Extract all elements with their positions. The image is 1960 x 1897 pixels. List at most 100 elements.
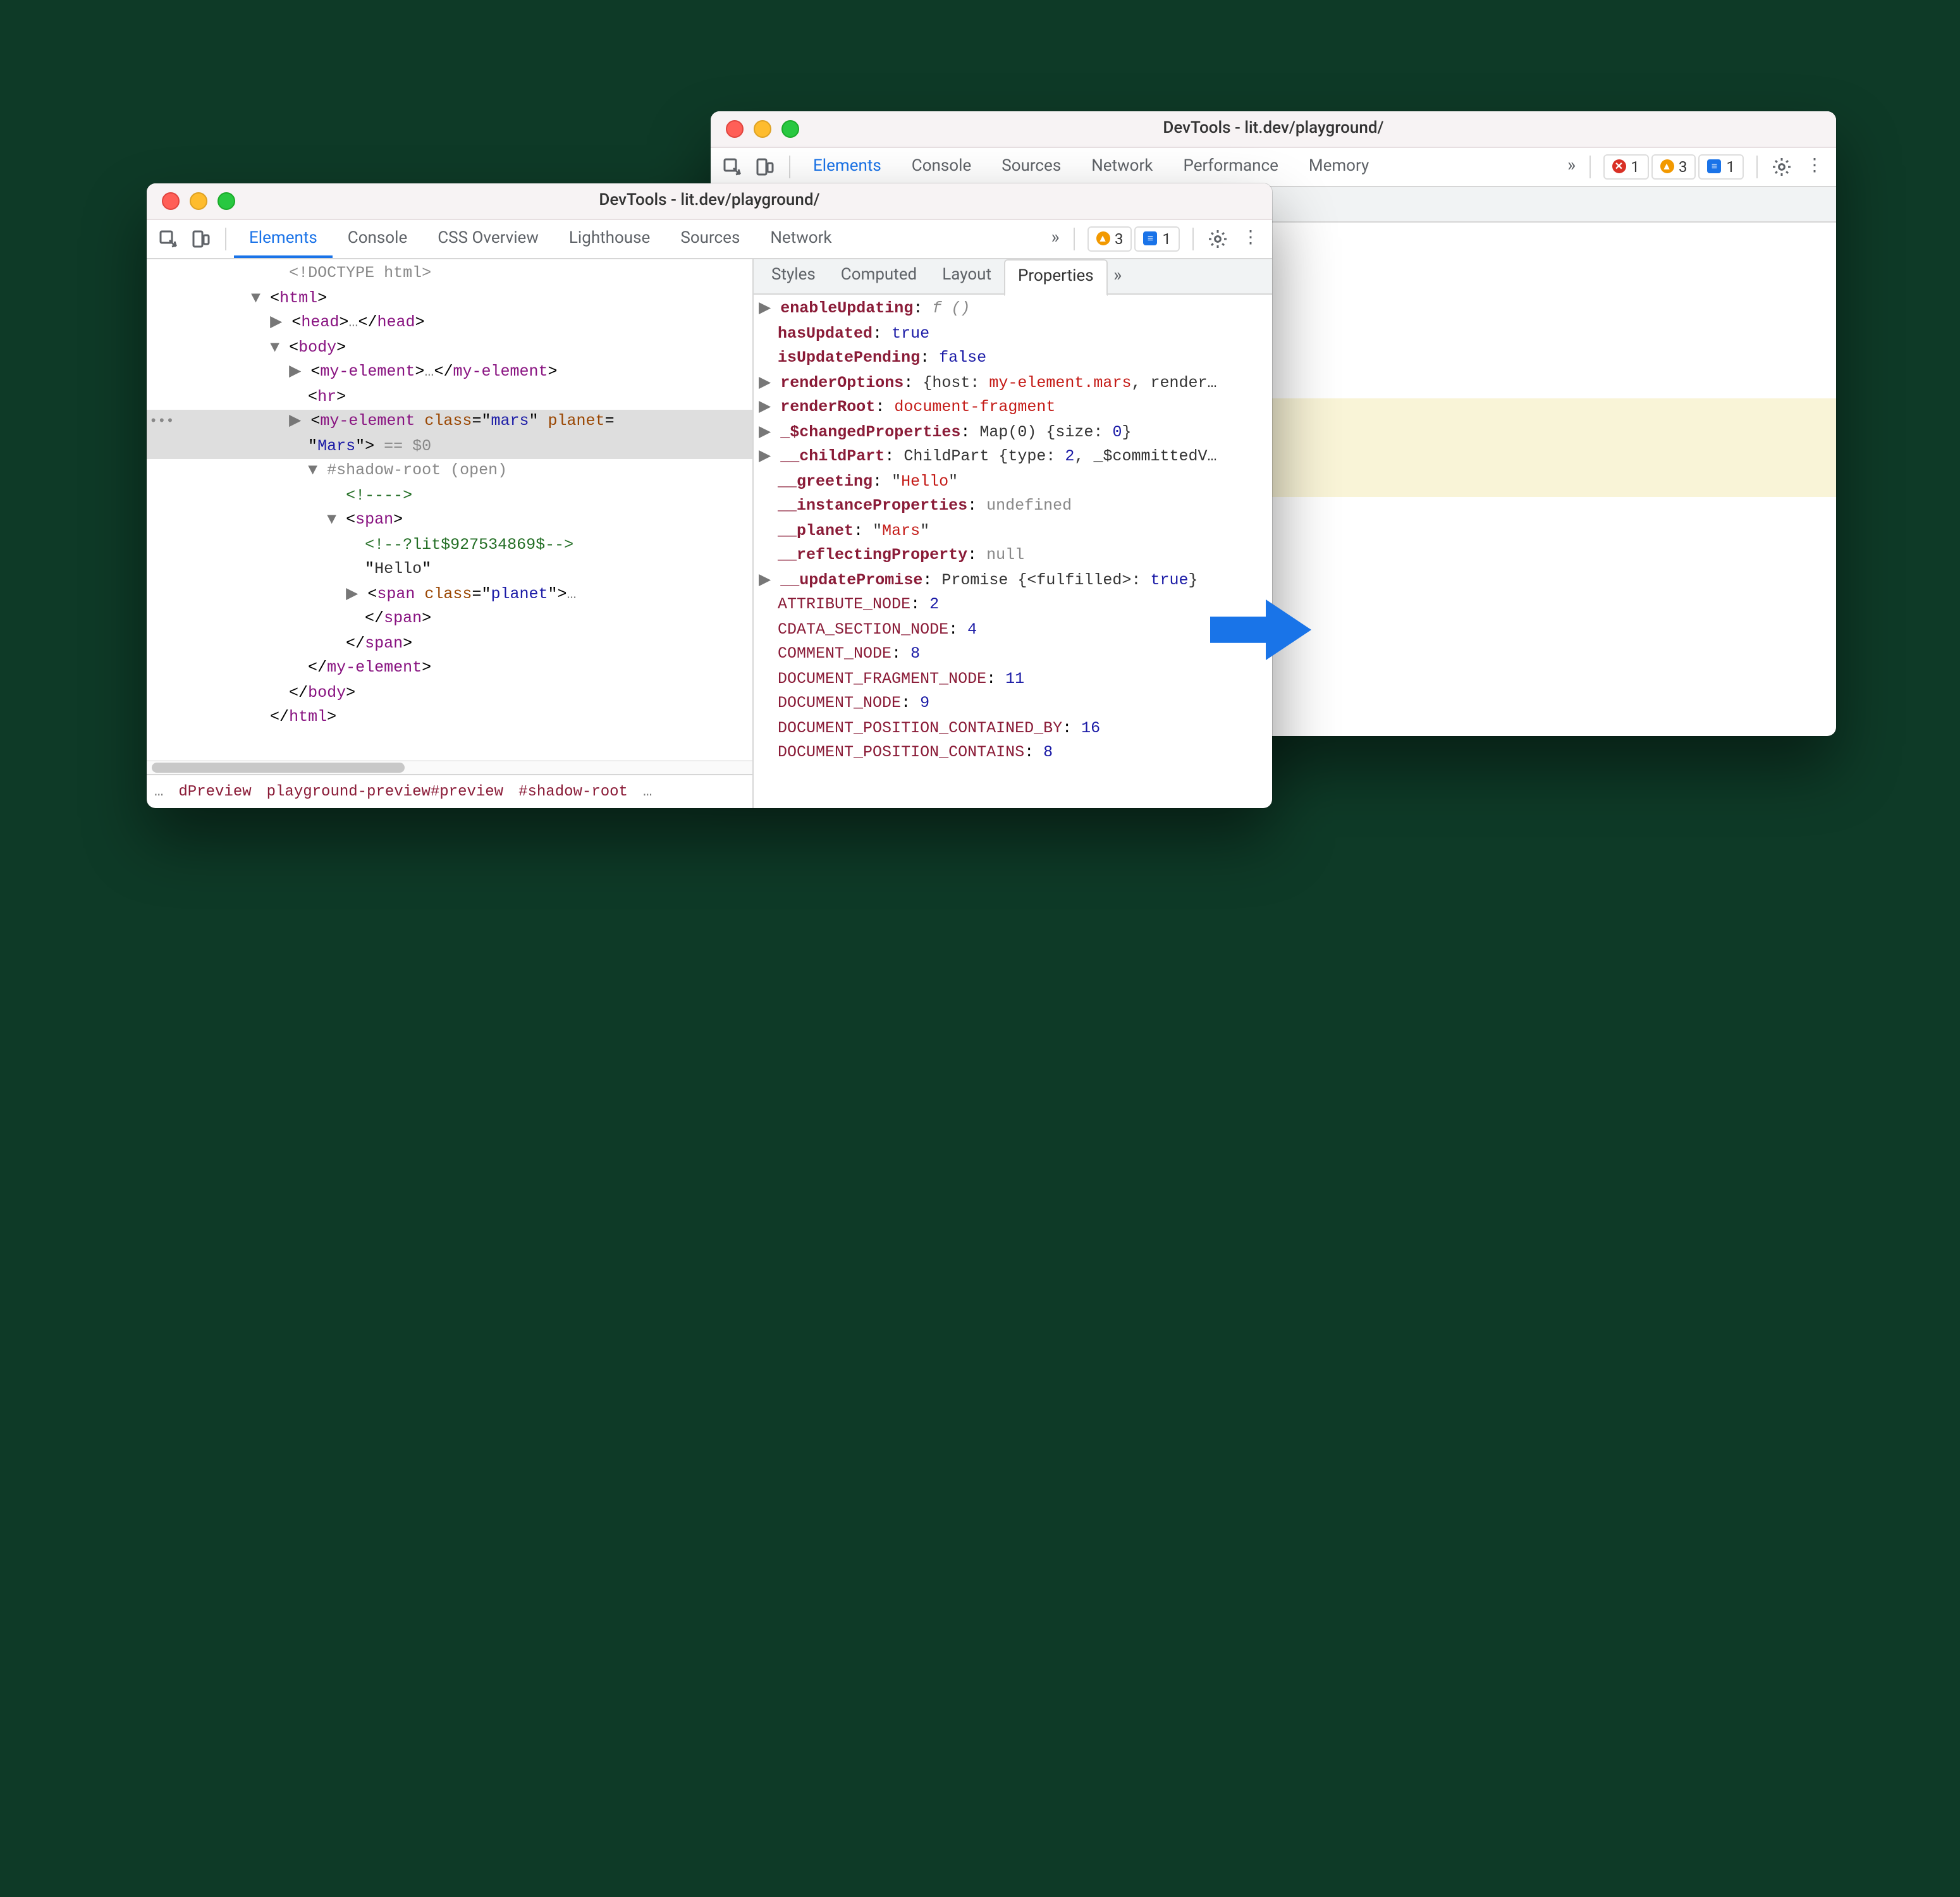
- sidetab-layout[interactable]: Layout: [929, 259, 1004, 293]
- sidetab-properties[interactable]: Properties: [1004, 259, 1108, 295]
- dom-node[interactable]: ▼ #shadow-root (open): [147, 459, 752, 484]
- property-row[interactable]: ▶ enableUpdating: f (): [759, 297, 1272, 322]
- crumb-item[interactable]: #shadow-root: [518, 781, 628, 802]
- overflow-icon[interactable]: »: [1562, 154, 1582, 179]
- warning-chip[interactable]: ▲3: [1087, 226, 1132, 252]
- property-row[interactable]: __reflectingProperty: null: [759, 544, 1272, 568]
- dom-node[interactable]: ▶ <span class="planet">…: [147, 582, 752, 607]
- overflow-icon[interactable]: »: [1108, 264, 1128, 288]
- gear-icon[interactable]: [1768, 153, 1796, 181]
- dom-node[interactable]: ▶ <head>…</head>: [147, 311, 752, 336]
- property-row[interactable]: DOCUMENT_POSITION_CONTAINS: 8: [759, 741, 1272, 766]
- dom-node[interactable]: "Mars"> == $0: [147, 434, 752, 459]
- error-chip[interactable]: ✕1: [1603, 154, 1649, 180]
- property-row[interactable]: COMMENT_NODE: 8: [759, 642, 1272, 667]
- panel-tabs: ElementsConsoleSourcesNetworkPerformance…: [798, 148, 1562, 186]
- dom-node[interactable]: ▼ <body>: [147, 336, 752, 360]
- property-row[interactable]: ▶ _$changedProperties: Map(0) {size: 0}: [759, 421, 1272, 445]
- inspect-icon[interactable]: [154, 225, 182, 253]
- message-chip[interactable]: ≡1: [1135, 226, 1180, 252]
- property-row[interactable]: hasUpdated: true: [759, 322, 1272, 347]
- sidetab-computed[interactable]: Computed: [828, 259, 929, 293]
- tab-elements[interactable]: Elements: [234, 220, 333, 258]
- tab-console[interactable]: Console: [897, 148, 986, 186]
- device-icon[interactable]: [187, 225, 215, 253]
- tab-console[interactable]: Console: [333, 220, 422, 258]
- tab-network[interactable]: Network: [755, 220, 847, 258]
- property-row[interactable]: __planet: "Mars": [759, 519, 1272, 544]
- property-row[interactable]: __instanceProperties: undefined: [759, 494, 1272, 519]
- window-title: DevTools - lit.dev/playground/: [147, 190, 1272, 212]
- panel-tabs: ElementsConsoleCSS OverviewLighthouseSou…: [234, 220, 1045, 258]
- error-count: 1: [1631, 156, 1640, 178]
- dom-node[interactable]: </body>: [147, 681, 752, 706]
- tab-sources[interactable]: Sources: [986, 148, 1076, 186]
- device-icon[interactable]: [751, 153, 779, 181]
- property-row[interactable]: ▶ __childPart: ChildPart {type: 2, _$com…: [759, 445, 1272, 470]
- dom-node[interactable]: <!--?lit$927534869$-->: [147, 533, 752, 558]
- inspect-icon[interactable]: [718, 153, 746, 181]
- side-pane: StylesComputedLayoutProperties» ▶ enable…: [754, 259, 1272, 808]
- properties-list[interactable]: ▶ enableUpdating: f () hasUpdated: true …: [754, 295, 1272, 808]
- dom-node[interactable]: </html>: [147, 706, 752, 730]
- arrow-icon: [1210, 592, 1311, 676]
- property-row[interactable]: __greeting: "Hello": [759, 470, 1272, 494]
- crumb-item[interactable]: playground-preview#preview: [267, 781, 503, 802]
- dom-node[interactable]: ▶ <my-element>…</my-element>: [147, 360, 752, 385]
- dom-node[interactable]: </my-element>: [147, 656, 752, 681]
- window-title: DevTools - lit.dev/playground/: [711, 118, 1836, 140]
- tab-elements[interactable]: Elements: [798, 148, 897, 186]
- message-count: 1: [1727, 156, 1736, 178]
- dom-node[interactable]: "Hello": [147, 558, 752, 582]
- property-row[interactable]: ▶ __updatePromise: Promise {<fulfilled>:…: [759, 568, 1272, 593]
- tab-network[interactable]: Network: [1076, 148, 1168, 186]
- gutter-dots: •••: [149, 414, 175, 433]
- property-row[interactable]: DOCUMENT_POSITION_CONTAINED_BY: 16: [759, 716, 1272, 741]
- tab-performance[interactable]: Performance: [1168, 148, 1293, 186]
- side-tabs: StylesComputedLayoutProperties»: [754, 259, 1272, 295]
- tab-css-overview[interactable]: CSS Overview: [422, 220, 554, 258]
- main-toolbar: ElementsConsoleSourcesNetworkPerformance…: [711, 148, 1836, 187]
- property-row[interactable]: DOCUMENT_NODE: 9: [759, 692, 1272, 716]
- property-row[interactable]: ATTRIBUTE_NODE: 2: [759, 593, 1272, 618]
- dom-node[interactable]: ▼ <span>: [147, 508, 752, 533]
- property-row[interactable]: isUpdatePending: false: [759, 347, 1272, 371]
- breadcrumb[interactable]: … dPreview playground-preview#preview #shad…: [147, 774, 752, 808]
- overflow-icon[interactable]: »: [1045, 226, 1065, 251]
- dom-node[interactable]: ▶ <my-element class="mars" planet=: [147, 410, 752, 434]
- crumb-ellipsis[interactable]: …: [154, 781, 163, 802]
- dom-node[interactable]: <hr>: [147, 385, 752, 410]
- warning-count: 3: [1679, 156, 1687, 178]
- kebab-icon[interactable]: ⋮: [1237, 225, 1265, 253]
- titlebar: DevTools - lit.dev/playground/: [711, 111, 1836, 148]
- dom-tree[interactable]: ••• <!DOCTYPE html> ▼ <html> ▶ <head>…</…: [147, 259, 752, 760]
- status-chips: ✕1 ▲3 ≡1: [1603, 154, 1744, 180]
- dom-node[interactable]: </span>: [147, 632, 752, 656]
- dom-node[interactable]: </span>: [147, 607, 752, 632]
- h-scrollbar[interactable]: [147, 760, 752, 774]
- crumb-ellipsis[interactable]: …: [643, 781, 652, 802]
- main-toolbar: ElementsConsoleCSS OverviewLighthouseSou…: [147, 220, 1272, 259]
- devtools-window-left: DevTools - lit.dev/playground/ ElementsC…: [147, 183, 1272, 808]
- titlebar: DevTools - lit.dev/playground/: [147, 183, 1272, 220]
- elements-pane: ••• <!DOCTYPE html> ▼ <html> ▶ <head>…</…: [147, 259, 754, 808]
- property-row[interactable]: DOCUMENT_FRAGMENT_NODE: 11: [759, 667, 1272, 692]
- kebab-icon[interactable]: ⋮: [1801, 153, 1828, 181]
- warning-count: 3: [1115, 228, 1124, 250]
- gear-icon[interactable]: [1204, 225, 1232, 253]
- tab-memory[interactable]: Memory: [1294, 148, 1384, 186]
- dom-node[interactable]: <!DOCTYPE html>: [147, 262, 752, 286]
- dom-node[interactable]: ▼ <html>: [147, 286, 752, 311]
- message-count: 1: [1163, 228, 1172, 250]
- dom-node[interactable]: <!---->: [147, 484, 752, 508]
- property-row[interactable]: ▶ renderRoot: document-fragment: [759, 396, 1272, 421]
- property-row[interactable]: CDATA_SECTION_NODE: 4: [759, 618, 1272, 642]
- tab-lighthouse[interactable]: Lighthouse: [554, 220, 665, 258]
- warning-chip[interactable]: ▲3: [1651, 154, 1696, 180]
- crumb-item[interactable]: dPreview: [178, 781, 251, 802]
- message-chip[interactable]: ≡1: [1699, 154, 1744, 180]
- property-row[interactable]: ▶ renderOptions: {host: my-element.mars,…: [759, 371, 1272, 396]
- status-chips: ▲3 ≡1: [1087, 226, 1180, 252]
- sidetab-styles[interactable]: Styles: [759, 259, 828, 293]
- tab-sources[interactable]: Sources: [665, 220, 755, 258]
